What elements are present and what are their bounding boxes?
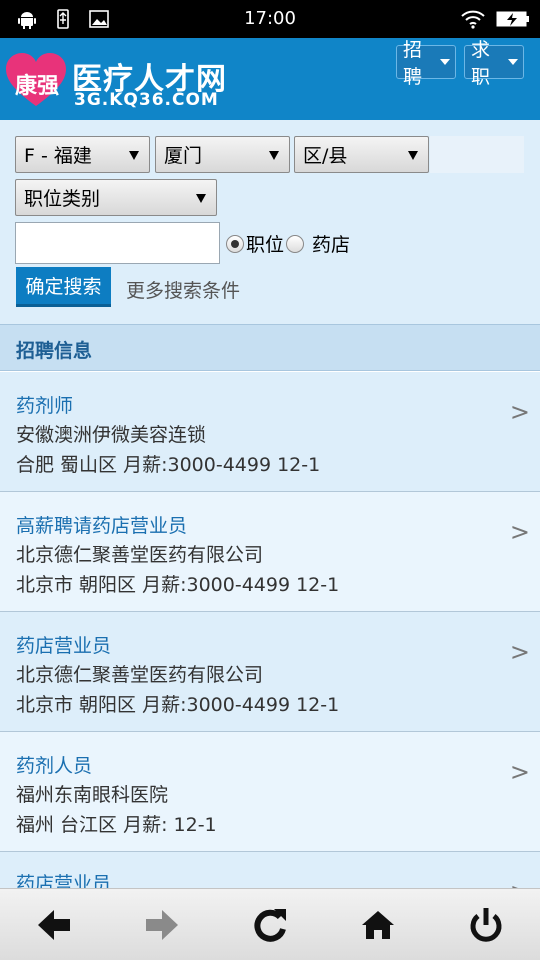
job-title[interactable]: 药店营业员 xyxy=(16,631,111,658)
back-arrow-icon[interactable] xyxy=(34,905,74,945)
chevron-right-icon: > xyxy=(509,758,530,786)
job-title[interactable]: 药剂人员 xyxy=(16,751,92,778)
job-company: 北京德仁聚善堂医药有限公司 xyxy=(16,664,264,686)
radio-position-label[interactable]: 职位 xyxy=(246,230,284,257)
job-list-item[interactable]: 药剂师 安徽澳洲伊微美容连锁 合肥 蜀山区 月薪:3000-4499 12-1 … xyxy=(0,372,540,492)
dropdown-arrow-icon xyxy=(269,151,279,160)
district-value: 区/县 xyxy=(303,145,348,167)
browser-bottom-nav xyxy=(0,888,540,960)
forward-arrow-icon[interactable] xyxy=(142,905,182,945)
site-logo[interactable]: 康强 医疗人才网 3G.KQ36.COM xyxy=(4,52,234,110)
radio-position[interactable] xyxy=(226,234,244,253)
caret-down-icon xyxy=(508,59,518,65)
search-type-radios: 职位 药店 xyxy=(226,230,352,257)
home-icon[interactable] xyxy=(358,905,398,945)
job-seek-menu-button[interactable]: 求职 xyxy=(464,39,524,88)
job-meta: 合肥 蜀山区 月薪:3000-4499 12-1 xyxy=(16,454,321,476)
status-bar: 17:00 xyxy=(0,0,540,38)
logo-subtitle: 3G.KQ36.COM xyxy=(74,90,219,110)
job-company: 福州东南眼科医院 xyxy=(16,784,169,806)
battery-charging-icon xyxy=(496,11,529,27)
clock: 17:00 xyxy=(244,8,296,29)
select-row-strip xyxy=(430,136,524,173)
radio-pharmacy-label[interactable]: 药店 xyxy=(312,230,350,257)
job-category-value: 职位类别 xyxy=(24,188,101,210)
job-category-select[interactable]: 职位类别 xyxy=(15,179,217,216)
dropdown-arrow-icon xyxy=(129,151,139,160)
province-value: F - 福建 xyxy=(24,145,92,167)
job-list-item[interactable]: 药剂人员 福州东南眼科医院 福州 台江区 月薪: 12-1 > xyxy=(0,732,540,852)
job-seek-label: 求职 xyxy=(471,39,491,88)
site-header: 康强 医疗人才网 3G.KQ36.COM 招聘 求职 xyxy=(0,38,540,120)
recruit-label: 招聘 xyxy=(403,39,423,88)
power-icon[interactable] xyxy=(466,905,506,945)
city-select[interactable]: 厦门 xyxy=(155,136,290,173)
recruit-menu-button[interactable]: 招聘 xyxy=(396,39,456,88)
job-list-item[interactable]: 高薪聘请药店营业员 北京德仁聚善堂医药有限公司 北京市 朝阳区 月薪:3000-… xyxy=(0,492,540,612)
section-title: 招聘信息 xyxy=(16,340,93,362)
logo-heart-text: 康强 xyxy=(14,73,59,99)
caret-down-icon xyxy=(440,59,450,65)
chevron-right-icon: > xyxy=(509,398,530,426)
dropdown-arrow-icon xyxy=(408,151,418,160)
job-list-item[interactable]: 药店营业员 北京德仁聚善堂医药有限公司 北京市 朝阳区 月薪:3000-4499… xyxy=(0,612,540,732)
search-submit-button[interactable]: 确定搜索 xyxy=(16,267,111,307)
search-panel: F - 福建 厦门 区/县 职位类别 职位 药店 确定搜索 更多搜索条件 xyxy=(0,120,540,324)
job-title[interactable]: 药剂师 xyxy=(16,391,73,418)
recruit-info-header: 招聘信息 xyxy=(0,324,540,371)
chevron-right-icon: > xyxy=(509,518,530,546)
refresh-icon[interactable] xyxy=(250,905,290,945)
wifi-icon xyxy=(461,10,485,29)
job-meta: 北京市 朝阳区 月薪:3000-4499 12-1 xyxy=(16,694,340,716)
more-conditions-link[interactable]: 更多搜索条件 xyxy=(126,276,240,303)
chevron-right-icon: > xyxy=(509,638,530,666)
radio-pharmacy[interactable] xyxy=(286,234,305,253)
job-meta: 北京市 朝阳区 月薪:3000-4499 12-1 xyxy=(16,574,340,596)
province-select[interactable]: F - 福建 xyxy=(15,136,150,173)
job-title[interactable]: 高薪聘请药店营业员 xyxy=(16,511,187,538)
job-meta: 福州 台江区 月薪: 12-1 xyxy=(16,814,217,836)
city-value: 厦门 xyxy=(164,145,203,167)
dropdown-arrow-icon xyxy=(196,194,206,203)
keyword-input[interactable] xyxy=(15,222,220,264)
job-company: 安徽澳洲伊微美容连锁 xyxy=(16,424,207,446)
job-company: 北京德仁聚善堂医药有限公司 xyxy=(16,544,264,566)
district-select[interactable]: 区/县 xyxy=(294,136,429,173)
